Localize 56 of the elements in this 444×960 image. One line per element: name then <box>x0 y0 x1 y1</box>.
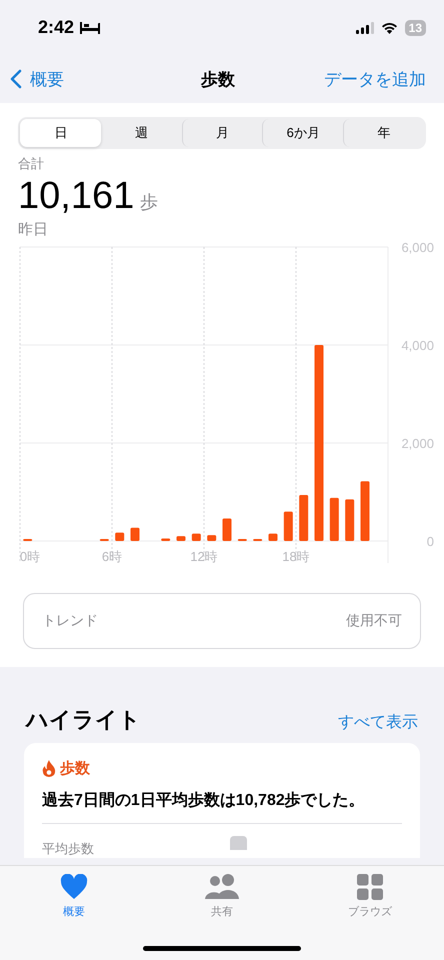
axis-label: 12時 <box>190 549 218 564</box>
average-label: 平均歩数 <box>42 840 94 858</box>
chart-bar <box>161 538 170 541</box>
axis-label: 18時 <box>282 549 310 564</box>
chart-bar <box>192 534 201 541</box>
axis-label: 2,000 <box>401 436 434 451</box>
grid-icon <box>357 874 383 900</box>
chart-bar <box>207 535 216 541</box>
chart-bar <box>360 481 370 541</box>
chart-bar <box>345 499 354 541</box>
period-tab[interactable]: 月 <box>182 119 262 147</box>
chart-bar <box>115 532 124 541</box>
axis-label: 6,000 <box>401 240 434 255</box>
chart-bar <box>284 512 293 541</box>
bed-icon <box>80 22 100 34</box>
total-label: 合計 <box>18 155 45 173</box>
show-all-link[interactable]: すべて表示 <box>338 712 418 733</box>
category-label: 歩数 <box>60 759 90 778</box>
tab-bar-item[interactable]: ブラウズ <box>325 874 415 960</box>
unit-label: 歩 <box>140 191 158 214</box>
heart-icon <box>60 874 88 900</box>
period-tab[interactable]: 6か月 <box>262 119 344 147</box>
chart-bar <box>176 536 186 541</box>
page-title: 歩数 <box>200 68 236 90</box>
signal-icon <box>356 22 374 34</box>
tab-bar-item[interactable]: 共有 <box>177 874 267 960</box>
clock-time: 2:42 <box>38 17 74 38</box>
chart-bar <box>268 534 278 541</box>
trend-value: 使用不可 <box>346 612 402 630</box>
chart-bar <box>299 494 308 541</box>
period-tab[interactable]: 日 <box>20 119 101 147</box>
people-icon <box>204 874 240 900</box>
trend-row[interactable]: トレンド 使用不可 <box>23 593 421 649</box>
back-link[interactable]: 概要 <box>30 68 64 90</box>
back-icon[interactable] <box>10 69 22 89</box>
chart-bar <box>222 518 232 541</box>
wifi-icon <box>380 22 398 34</box>
battery-level: 13 <box>404 20 426 36</box>
tab-bar-item[interactable]: 概要 <box>29 874 119 960</box>
period-tab[interactable]: 週 <box>100 119 182 147</box>
axis-label: 4,000 <box>401 338 434 353</box>
period-tab[interactable]: 年 <box>343 119 424 147</box>
axis-label: 0時 <box>20 549 40 564</box>
average-bar <box>230 836 247 850</box>
flame-icon <box>42 760 56 777</box>
chart-bar <box>330 498 339 541</box>
axis-label: 0 <box>426 534 434 549</box>
chart-bar <box>130 528 140 541</box>
trend-label: トレンド <box>42 612 98 630</box>
highlight-text: 過去7日間の1日平均歩数は10,782歩でした。 <box>42 790 366 811</box>
add-data-link[interactable]: データを追加 <box>287 68 434 90</box>
highlight-card[interactable]: 歩数 過去7日間の1日平均歩数は10,782歩でした。 平均歩数 <box>24 743 420 858</box>
step-total: 10,161 <box>18 175 134 218</box>
date-label: 昨日 <box>18 220 49 239</box>
section-title: ハイライト <box>26 706 141 734</box>
axis-label: 6時 <box>102 549 122 564</box>
